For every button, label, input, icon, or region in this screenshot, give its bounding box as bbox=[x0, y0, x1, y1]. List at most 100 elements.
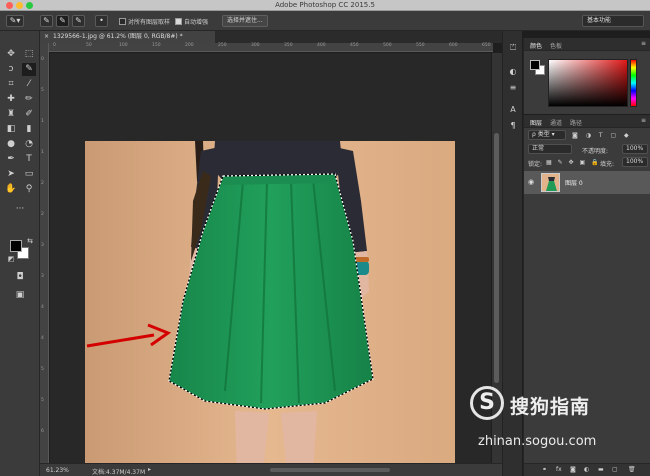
clone-stamp-tool-icon[interactable]: ♜ bbox=[4, 108, 18, 121]
ruler-tick-label: 6 bbox=[41, 429, 44, 434]
add-to-selection-icon[interactable]: ✎ bbox=[56, 15, 69, 27]
annotation-arrow bbox=[86, 323, 172, 348]
marquee-tool-icon[interactable]: ⬚ bbox=[22, 48, 36, 61]
history-panel-icon[interactable]: ⏍ bbox=[507, 43, 519, 53]
eraser-tool-icon[interactable]: ◧ bbox=[4, 123, 18, 136]
pen-tool-icon[interactable]: ✒ bbox=[4, 153, 18, 166]
fill-input[interactable]: 100% bbox=[622, 157, 648, 167]
subtract-from-selection-icon[interactable]: ✎ bbox=[72, 15, 85, 27]
ruler-tick-label: 350 bbox=[284, 43, 293, 48]
ruler-tick-label: 4 bbox=[41, 336, 44, 341]
app-title: Adobe Photoshop CC 2015.5 bbox=[275, 1, 375, 9]
new-selection-icon[interactable]: ✎ bbox=[40, 15, 53, 27]
auto-enhance-label: 自动增强 bbox=[184, 19, 209, 26]
ruler-tick-label: 5 bbox=[41, 398, 44, 403]
color-foreground-swatch[interactable] bbox=[530, 60, 540, 70]
healing-brush-tool-icon[interactable]: ✚ bbox=[4, 93, 18, 106]
ruler-tick-label: 0 bbox=[53, 43, 56, 48]
adjustments-panel-icon[interactable]: ◐ bbox=[507, 67, 519, 77]
trash-icon[interactable]: 🗑 bbox=[628, 466, 636, 473]
ruler-tick-label: 5 bbox=[41, 367, 44, 372]
status-menu-icon[interactable]: ▸ bbox=[148, 466, 151, 473]
default-colors-icon[interactable]: ◩ bbox=[4, 253, 18, 266]
brush-tool-icon[interactable]: ✏ bbox=[22, 93, 36, 106]
mask-icon[interactable]: ◙ bbox=[570, 466, 576, 473]
tab-paths[interactable]: 路径 bbox=[570, 118, 582, 127]
zoom-level[interactable]: 61.23% bbox=[46, 467, 69, 474]
ruler-tick-label: 650 bbox=[482, 43, 491, 48]
character-panel-icon[interactable]: A bbox=[507, 105, 519, 115]
adjustment-icon[interactable]: ◐ bbox=[584, 466, 589, 473]
zoom-tool-icon[interactable]: ⚲ bbox=[22, 183, 36, 196]
folder-icon[interactable]: ▬ bbox=[598, 466, 604, 473]
move-tool-icon[interactable]: ✥ bbox=[4, 48, 18, 61]
tab-swatches[interactable]: 色板 bbox=[550, 41, 562, 50]
ruler-tick-label: 5 bbox=[41, 88, 44, 93]
canvas-area[interactable] bbox=[50, 53, 491, 463]
layer-row[interactable]: ◉ 图层 0 bbox=[524, 171, 650, 194]
blend-mode-select[interactable]: 正常 bbox=[528, 144, 572, 154]
saturation-value-field[interactable] bbox=[548, 59, 628, 107]
hand-tool-icon[interactable]: ✋ bbox=[4, 183, 18, 196]
document-tab[interactable]: × 1329566-1.jpg @ 61.2% (图层 0, RGB/8#) * bbox=[40, 31, 215, 43]
properties-panel-icon[interactable]: ≡ bbox=[507, 83, 519, 93]
crop-tool-icon[interactable]: ⌗ bbox=[4, 78, 18, 91]
tab-channels[interactable]: 通道 bbox=[550, 118, 562, 127]
layer-thumbnail[interactable] bbox=[541, 173, 560, 192]
path-selection-tool-icon[interactable]: ➤ bbox=[4, 168, 18, 181]
dodge-tool-icon[interactable]: ◔ bbox=[22, 138, 36, 151]
eye-icon[interactable]: ◉ bbox=[528, 178, 534, 186]
blend-row: 正常 不透明度: 100% bbox=[524, 143, 650, 156]
ruler-tick-label: 1 bbox=[41, 150, 44, 155]
sample-all-layers-label: 对所有图层取样 bbox=[128, 19, 171, 26]
ruler-tick-label: 250 bbox=[218, 43, 227, 48]
history-brush-tool-icon[interactable]: ✐ bbox=[22, 108, 36, 121]
ruler-tick-label: 550 bbox=[416, 43, 425, 48]
layer-filter-row: ρ 类型 ▾ ◙ ◑ T ▢ ◆ bbox=[524, 129, 650, 142]
tab-layers[interactable]: 图层 bbox=[530, 118, 542, 127]
horizontal-scroll-thumb[interactable] bbox=[270, 468, 390, 472]
opacity-input[interactable]: 100% bbox=[622, 144, 648, 154]
layer-filter-select[interactable]: ρ 类型 ▾ bbox=[528, 130, 566, 140]
gradient-tool-icon[interactable]: ▮ bbox=[22, 123, 36, 136]
color-panel-tabs: 颜色 色板 ≡ bbox=[524, 38, 650, 51]
fx-icon[interactable]: fx bbox=[556, 466, 562, 473]
type-tool-icon[interactable]: T bbox=[22, 153, 36, 166]
quick-selection-preset-icon[interactable]: ✎▾ bbox=[6, 15, 24, 27]
lock-label: 锁定: bbox=[528, 161, 543, 168]
paragraph-panel-icon[interactable]: ¶ bbox=[507, 121, 519, 131]
screen-mode-icon[interactable]: ▣ bbox=[13, 289, 27, 302]
layer-name[interactable]: 图层 0 bbox=[565, 178, 583, 187]
eyedropper-tool-icon[interactable]: ⁄ bbox=[22, 78, 36, 91]
select-and-mask-button[interactable]: 选择并遮住... bbox=[222, 15, 268, 27]
swap-colors-icon[interactable]: ⇆ bbox=[23, 235, 37, 248]
layers-panel-menu-icon[interactable]: ≡ bbox=[641, 117, 646, 124]
filter-icons[interactable]: ◙ ◑ T ▢ ◆ bbox=[572, 132, 632, 139]
tab-color[interactable]: 颜色 bbox=[530, 41, 542, 50]
opacity-label: 不透明度: bbox=[582, 148, 609, 155]
hue-slider[interactable] bbox=[630, 59, 637, 107]
quick-mask-icon[interactable]: ◘ bbox=[13, 271, 27, 284]
ruler-tick-label: 150 bbox=[152, 43, 161, 48]
brush-size-icon[interactable]: • bbox=[95, 15, 108, 27]
ruler-tick-label: 600 bbox=[449, 43, 458, 48]
new-layer-icon[interactable]: ▢ bbox=[612, 466, 618, 473]
vertical-scroll-thumb[interactable] bbox=[494, 133, 499, 383]
workspace-select[interactable]: 基本功能 bbox=[582, 15, 644, 27]
layers-panel: 图层 通道 路径 ≡ ρ 类型 ▾ ◙ ◑ T ▢ ◆ 正常 不透明度: 100… bbox=[523, 115, 650, 476]
blur-tool-icon[interactable]: ● bbox=[4, 138, 18, 151]
lock-icons[interactable]: ▦ ✎ ✥ ▣ 🔒 bbox=[546, 159, 601, 166]
quick-selection-tool-icon[interactable]: ✎ bbox=[22, 63, 36, 76]
horizontal-ruler[interactable]: 0 50 100 150 200 250 300 350 400 450 500 550 600 650 bbox=[49, 43, 493, 52]
foreground-color-swatch[interactable] bbox=[10, 240, 22, 252]
auto-enhance-checkbox[interactable] bbox=[175, 18, 182, 25]
vertical-ruler[interactable]: 0 5 1 1 2 2 3 3 4 4 5 5 6 bbox=[40, 43, 49, 463]
more-tools-icon[interactable]: ··· bbox=[13, 203, 27, 216]
shape-tool-icon[interactable]: ▭ bbox=[22, 168, 36, 181]
sample-all-layers-checkbox[interactable] bbox=[119, 18, 126, 25]
panel-menu-icon[interactable]: ≡ bbox=[641, 40, 646, 47]
link-icon[interactable]: ⚭ bbox=[542, 466, 547, 473]
lasso-tool-icon[interactable]: ↄ bbox=[4, 63, 18, 76]
ruler-tick-label: 3 bbox=[41, 274, 44, 279]
close-document-icon[interactable]: × bbox=[44, 33, 49, 40]
